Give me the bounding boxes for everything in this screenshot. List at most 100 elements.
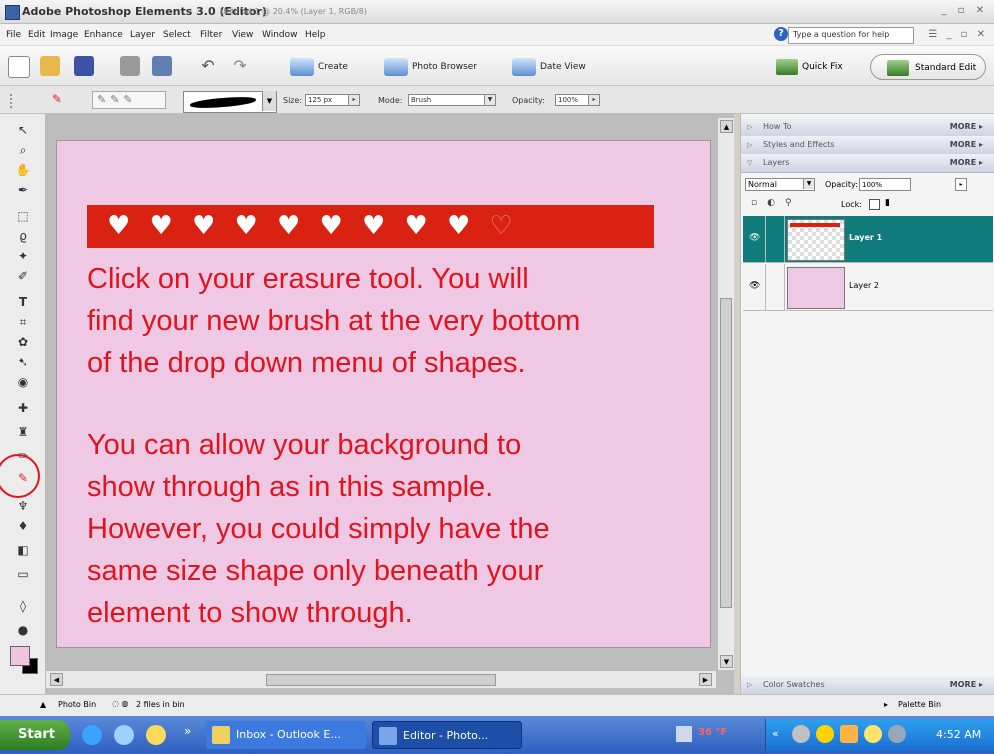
opacity-arrow-icon[interactable]: ▸ xyxy=(588,95,599,105)
messenger-tray-icon[interactable] xyxy=(864,725,882,743)
clock[interactable]: 4:52 AM xyxy=(936,728,981,741)
layer-opacity-arrow-icon[interactable]: ▸ xyxy=(955,178,967,191)
brush-dropdown-arrow[interactable]: ▼ xyxy=(262,91,276,111)
styles-effects-palette-header[interactable]: ▷ Styles and Effects MORE ▸ xyxy=(741,136,994,155)
selection-brush-tool-icon[interactable]: ✐ xyxy=(14,268,32,284)
taskbar-item-outlook[interactable]: Inbox - Outlook E... xyxy=(206,721,366,749)
expand-arrow-icon[interactable]: ▷ xyxy=(747,676,752,694)
blend-mode-select[interactable]: Normal ▼ xyxy=(745,178,815,191)
tray-expand-icon[interactable]: « xyxy=(772,727,779,740)
scroll-up-arrow-icon[interactable]: ▲ xyxy=(720,120,733,133)
layer-1-name[interactable]: Layer 1 xyxy=(849,233,882,242)
layers-palette-header[interactable]: ▽ Layers MORE ▸ xyxy=(741,154,994,173)
menu-layer[interactable]: Layer xyxy=(130,30,155,40)
foreground-color-swatch[interactable] xyxy=(10,646,30,666)
palette-bin-label[interactable]: Palette Bin xyxy=(898,700,941,709)
how-to-palette-header[interactable]: ▷ How To MORE ▸ xyxy=(741,118,994,137)
crop-tool-icon[interactable]: ⌗ xyxy=(14,314,32,330)
red-eye-tool-icon[interactable]: ◉ xyxy=(14,374,32,390)
size-field[interactable]: 125 px ▸ xyxy=(305,94,360,106)
network-tray-icon[interactable] xyxy=(792,725,810,743)
styles-more-button[interactable]: MORE ▸ xyxy=(950,136,983,154)
menu-window[interactable]: Window xyxy=(262,30,298,40)
menu-filter[interactable]: Filter xyxy=(200,30,222,40)
options-grip[interactable] xyxy=(10,94,18,108)
healing-brush-tool-icon[interactable]: ✚ xyxy=(14,400,32,416)
layers-more-button[interactable]: MORE ▸ xyxy=(950,154,983,172)
gradient-tool-icon[interactable]: ◧ xyxy=(14,542,32,558)
menu-help[interactable]: Help xyxy=(305,30,326,40)
date-view-button[interactable]: Date View xyxy=(512,58,586,76)
eyedropper-tool-icon[interactable]: ✒ xyxy=(14,182,32,198)
layer-row-1[interactable]: 👁 Layer 1 xyxy=(743,216,993,263)
blend-mode-dropdown-icon[interactable]: ▼ xyxy=(803,179,814,189)
eraser-preset-icon[interactable]: ✎ xyxy=(40,92,74,108)
messenger-icon[interactable] xyxy=(114,725,134,745)
paint-bucket-tool-icon[interactable]: ♦ xyxy=(14,518,32,534)
mode-select[interactable]: Brush ▼ xyxy=(408,94,496,106)
open-folder-icon[interactable] xyxy=(40,56,60,76)
volume-tray-icon[interactable] xyxy=(888,725,906,743)
swatches-more-button[interactable]: MORE ▸ xyxy=(950,676,983,694)
palette-bin-arrow-icon[interactable]: ▸ xyxy=(884,700,888,709)
mode-dropdown-icon[interactable]: ▼ xyxy=(484,95,495,105)
expand-arrow-icon[interactable]: ▷ xyxy=(747,118,752,136)
lock-icon[interactable]: ▮ xyxy=(885,198,890,208)
scroll-down-arrow-icon[interactable]: ▼ xyxy=(720,655,733,668)
hand-tool-icon[interactable]: ✋ xyxy=(14,162,32,178)
quicklaunch-overflow-icon[interactable]: » xyxy=(184,724,191,738)
sponge-tool-icon[interactable]: ● xyxy=(14,622,32,638)
quick-fix-button[interactable]: Quick Fix xyxy=(772,56,862,78)
straighten-tool-icon[interactable]: ➷ xyxy=(14,354,32,370)
photo-bin-label[interactable]: Photo Bin xyxy=(58,700,96,709)
document-window-controls[interactable]: ☰ _ ▫ ✕ xyxy=(928,29,988,40)
menu-view[interactable]: View xyxy=(232,30,253,40)
online-services-icon[interactable] xyxy=(152,56,172,76)
move-tool-icon[interactable]: ↖ xyxy=(14,122,32,138)
lasso-tool-icon[interactable]: ϱ xyxy=(14,228,32,244)
redo-icon[interactable]: ↷ xyxy=(230,56,250,76)
standard-edit-button[interactable]: Standard Edit xyxy=(870,54,986,80)
save-icon[interactable] xyxy=(74,56,94,76)
quicklaunch-icon[interactable] xyxy=(146,725,166,745)
menu-edit[interactable]: Edit xyxy=(28,30,45,40)
cookie-cutter-tool-icon[interactable]: ✿ xyxy=(14,334,32,350)
photo-browser-button[interactable]: Photo Browser xyxy=(384,58,477,76)
calendar-tray-icon[interactable] xyxy=(840,725,858,743)
horizontal-scroll-thumb[interactable] xyxy=(266,674,496,686)
taskbar-item-editor[interactable]: Editor - Photo... xyxy=(372,721,522,749)
layer-action-icons[interactable]: ▫◐⚲ xyxy=(751,198,802,208)
undo-icon[interactable]: ↶ xyxy=(198,56,218,76)
expand-arrow-icon[interactable]: ▷ xyxy=(747,136,752,154)
create-button[interactable]: Create xyxy=(290,58,348,76)
layer-2-name[interactable]: Layer 2 xyxy=(849,281,879,290)
internet-explorer-icon[interactable] xyxy=(82,725,102,745)
scroll-left-arrow-icon[interactable]: ◀ xyxy=(50,673,63,686)
layer-row-2[interactable]: 👁 Layer 2 xyxy=(743,264,993,311)
window-controls[interactable]: _ ▫ ✕ xyxy=(941,5,988,16)
color-swatches-palette-header[interactable]: ▷ Color Swatches MORE ▸ xyxy=(741,676,994,695)
type-tool-icon[interactable]: T xyxy=(14,294,32,310)
layer-visibility-eye-icon[interactable]: 👁 xyxy=(749,281,760,291)
print-icon[interactable] xyxy=(120,56,140,76)
scroll-right-arrow-icon[interactable]: ▶ xyxy=(699,673,712,686)
menu-file[interactable]: File xyxy=(6,30,21,40)
norton-tray-icon[interactable] xyxy=(816,725,834,743)
brush-tool-icon[interactable]: ♆ xyxy=(14,498,32,514)
magic-wand-tool-icon[interactable]: ✦ xyxy=(14,248,32,264)
new-file-icon[interactable] xyxy=(8,56,30,78)
vertical-scroll-thumb[interactable] xyxy=(720,298,732,608)
horizontal-scrollbar[interactable]: ◀ ▶ xyxy=(46,670,716,688)
help-icon[interactable]: ? xyxy=(774,27,788,41)
collapse-arrow-icon[interactable]: ▽ xyxy=(747,154,752,172)
size-arrow-icon[interactable]: ▸ xyxy=(348,95,359,105)
document-canvas[interactable]: ♥ ♥ ♥ ♥ ♥ ♥ ♥ ♥ ♥ ♡ Click on your erasure tool. Y… xyxy=(56,140,711,648)
menu-select[interactable]: Select xyxy=(163,30,191,40)
color-swatches-fg-bg[interactable] xyxy=(10,646,40,676)
weather-icon[interactable] xyxy=(676,726,692,742)
menu-enhance[interactable]: Enhance xyxy=(84,30,123,40)
bin-nav-icons[interactable]: ◌ ◍ xyxy=(112,699,129,708)
opacity-field[interactable]: 100% ▸ xyxy=(555,94,600,106)
how-to-more-button[interactable]: MORE ▸ xyxy=(950,118,983,136)
help-search-input[interactable]: Type a question for help xyxy=(788,27,914,44)
